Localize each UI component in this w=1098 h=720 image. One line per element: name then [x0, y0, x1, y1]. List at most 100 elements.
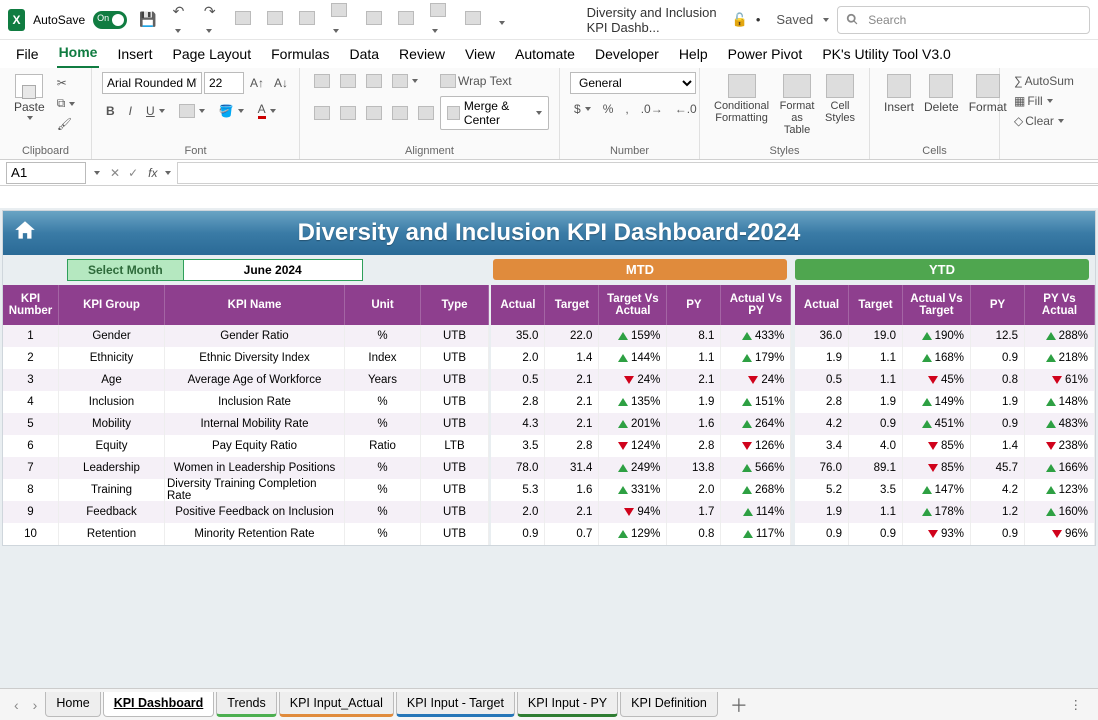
- qat-icon-1[interactable]: [231, 11, 255, 28]
- fill-color-button[interactable]: 🪣: [215, 102, 248, 120]
- table-row[interactable]: 36.019.0190%12.5288%: [795, 325, 1095, 347]
- insert-cells-button[interactable]: Insert: [880, 72, 918, 116]
- align-middle-icon[interactable]: [336, 72, 360, 90]
- table-row[interactable]: 0.51.145%0.861%: [795, 369, 1095, 391]
- increase-font-icon[interactable]: A↑: [246, 74, 268, 92]
- italic-button[interactable]: I: [125, 102, 136, 120]
- month-selector[interactable]: Select Month June 2024: [67, 259, 363, 281]
- table-row[interactable]: 2.81.9149%1.9148%: [795, 391, 1095, 413]
- formula-input[interactable]: [177, 162, 1098, 184]
- sheet-tab-kpi-input-target[interactable]: KPI Input - Target: [396, 692, 515, 717]
- ribbon-tab-home[interactable]: Home: [57, 40, 100, 68]
- conditional-formatting-button[interactable]: Conditional Formatting: [710, 72, 773, 138]
- sheet-tab-home[interactable]: Home: [45, 692, 100, 717]
- table-row[interactable]: 10RetentionMinority Retention Rate%UTB: [3, 523, 489, 545]
- increase-decimal-icon[interactable]: .0→: [637, 100, 667, 118]
- qat-icon-7[interactable]: [426, 3, 453, 36]
- table-row[interactable]: 6EquityPay Equity RatioRatioLTB: [3, 435, 489, 457]
- table-row[interactable]: 5MobilityInternal Mobility Rate%UTB: [3, 413, 489, 435]
- sheet-nav-next[interactable]: ›: [27, 697, 44, 713]
- enter-formula-icon[interactable]: ✓: [124, 166, 142, 180]
- orientation-icon[interactable]: [388, 72, 422, 90]
- copy-icon[interactable]: ⧉: [53, 94, 80, 113]
- table-row[interactable]: 4.20.9451%0.9483%: [795, 413, 1095, 435]
- ribbon-tab-view[interactable]: View: [463, 42, 497, 68]
- delete-cells-button[interactable]: Delete: [920, 72, 963, 116]
- table-row[interactable]: 9FeedbackPositive Feedback on Inclusion%…: [3, 501, 489, 523]
- table-row[interactable]: 1.91.1178%1.2160%: [795, 501, 1095, 523]
- increase-indent-icon[interactable]: [414, 104, 438, 122]
- decrease-indent-icon[interactable]: [388, 104, 412, 122]
- new-sheet-button[interactable]: ＋: [720, 692, 758, 718]
- align-bottom-icon[interactable]: [362, 72, 386, 90]
- file-name[interactable]: Diversity and Inclusion KPI Dashb... 🔓 •…: [587, 5, 830, 35]
- decrease-decimal-icon[interactable]: ←.0: [671, 100, 701, 118]
- align-center-icon[interactable]: [336, 104, 360, 122]
- border-button[interactable]: [175, 102, 209, 120]
- ribbon-tab-insert[interactable]: Insert: [115, 42, 154, 68]
- number-format-select[interactable]: General: [570, 72, 696, 94]
- autosave-toggle[interactable]: On: [93, 11, 127, 29]
- table-row[interactable]: 2.82.1135%1.9151%: [491, 391, 791, 413]
- table-row[interactable]: 3AgeAverage Age of WorkforceYearsUTB: [3, 369, 489, 391]
- align-top-icon[interactable]: [310, 72, 334, 90]
- table-row[interactable]: 5.31.6331%2.0268%: [491, 479, 791, 501]
- qat-icon-2[interactable]: [263, 11, 287, 28]
- cell-styles-button[interactable]: Cell Styles: [821, 72, 859, 138]
- decrease-font-icon[interactable]: A↓: [270, 74, 292, 92]
- save-icon[interactable]: 💾: [135, 11, 160, 28]
- ribbon-tab-developer[interactable]: Developer: [593, 42, 661, 68]
- sheet-tab-kpi-definition[interactable]: KPI Definition: [620, 692, 718, 717]
- wrap-text-button[interactable]: Wrap Text: [436, 72, 516, 90]
- ribbon-tab-page-layout[interactable]: Page Layout: [170, 42, 253, 68]
- qat-icon-8[interactable]: [461, 11, 485, 28]
- merge-center-button[interactable]: Merge & Center: [440, 96, 549, 130]
- table-row[interactable]: 0.90.993%0.996%: [795, 523, 1095, 545]
- align-left-icon[interactable]: [310, 104, 334, 122]
- home-icon[interactable]: [11, 217, 39, 245]
- sheet-more-button[interactable]: ⋮: [1062, 697, 1091, 712]
- ribbon-tab-pk-s-utility-tool-v3-0[interactable]: PK's Utility Tool V3.0: [820, 42, 952, 68]
- table-row[interactable]: 4InclusionInclusion Rate%UTB: [3, 391, 489, 413]
- sheet-tab-kpi-dashboard[interactable]: KPI Dashboard: [103, 692, 215, 717]
- percent-icon[interactable]: %: [599, 100, 618, 118]
- qat-overflow-icon[interactable]: [493, 12, 509, 28]
- autosum-button[interactable]: ∑ AutoSum: [1010, 72, 1070, 90]
- table-row[interactable]: 2.02.194%1.7114%: [491, 501, 791, 523]
- table-row[interactable]: 8TrainingDiversity Training Completion R…: [3, 479, 489, 501]
- search-input[interactable]: Search: [837, 6, 1090, 34]
- table-row[interactable]: 5.23.5147%4.2123%: [795, 479, 1095, 501]
- sheet-tab-trends[interactable]: Trends: [216, 692, 276, 717]
- clear-button[interactable]: ◇ Clear: [1010, 112, 1070, 130]
- qat-icon-4[interactable]: [327, 3, 354, 36]
- sheet-tab-kpi-input-py[interactable]: KPI Input - PY: [517, 692, 618, 717]
- table-row[interactable]: 0.90.7129%0.8117%: [491, 523, 791, 545]
- ribbon-tab-power-pivot[interactable]: Power Pivot: [726, 42, 805, 68]
- table-row[interactable]: 7LeadershipWomen in Leadership Positions…: [3, 457, 489, 479]
- table-row[interactable]: 2EthnicityEthnic Diversity IndexIndexUTB: [3, 347, 489, 369]
- qat-icon-6[interactable]: [394, 11, 418, 28]
- comma-icon[interactable]: ,: [621, 100, 632, 118]
- ribbon-tab-formulas[interactable]: Formulas: [269, 42, 331, 68]
- undo-icon[interactable]: ↶: [169, 3, 192, 36]
- paste-button[interactable]: Paste: [10, 72, 49, 133]
- font-name-select[interactable]: [102, 72, 202, 94]
- underline-button[interactable]: U: [142, 102, 169, 120]
- format-as-table-button[interactable]: Format as Table: [775, 72, 819, 138]
- font-size-select[interactable]: [204, 72, 244, 94]
- ribbon-tab-automate[interactable]: Automate: [513, 42, 577, 68]
- table-row[interactable]: 1GenderGender Ratio%UTB: [3, 325, 489, 347]
- cut-icon[interactable]: ✂: [53, 74, 80, 92]
- currency-icon[interactable]: $: [570, 100, 595, 118]
- fill-button[interactable]: ▦ Fill: [1010, 92, 1070, 110]
- table-row[interactable]: 2.01.4144%1.1179%: [491, 347, 791, 369]
- table-row[interactable]: 0.52.124%2.124%: [491, 369, 791, 391]
- font-color-button[interactable]: A: [254, 100, 280, 121]
- table-row[interactable]: 76.089.185%45.7166%: [795, 457, 1095, 479]
- table-row[interactable]: 3.52.8124%2.8126%: [491, 435, 791, 457]
- table-row[interactable]: 78.031.4249%13.8566%: [491, 457, 791, 479]
- sheet-nav-prev[interactable]: ‹: [8, 697, 25, 713]
- ribbon-tab-data[interactable]: Data: [347, 42, 381, 68]
- fx-icon[interactable]: fx: [142, 166, 163, 180]
- table-row[interactable]: 1.91.1168%0.9218%: [795, 347, 1095, 369]
